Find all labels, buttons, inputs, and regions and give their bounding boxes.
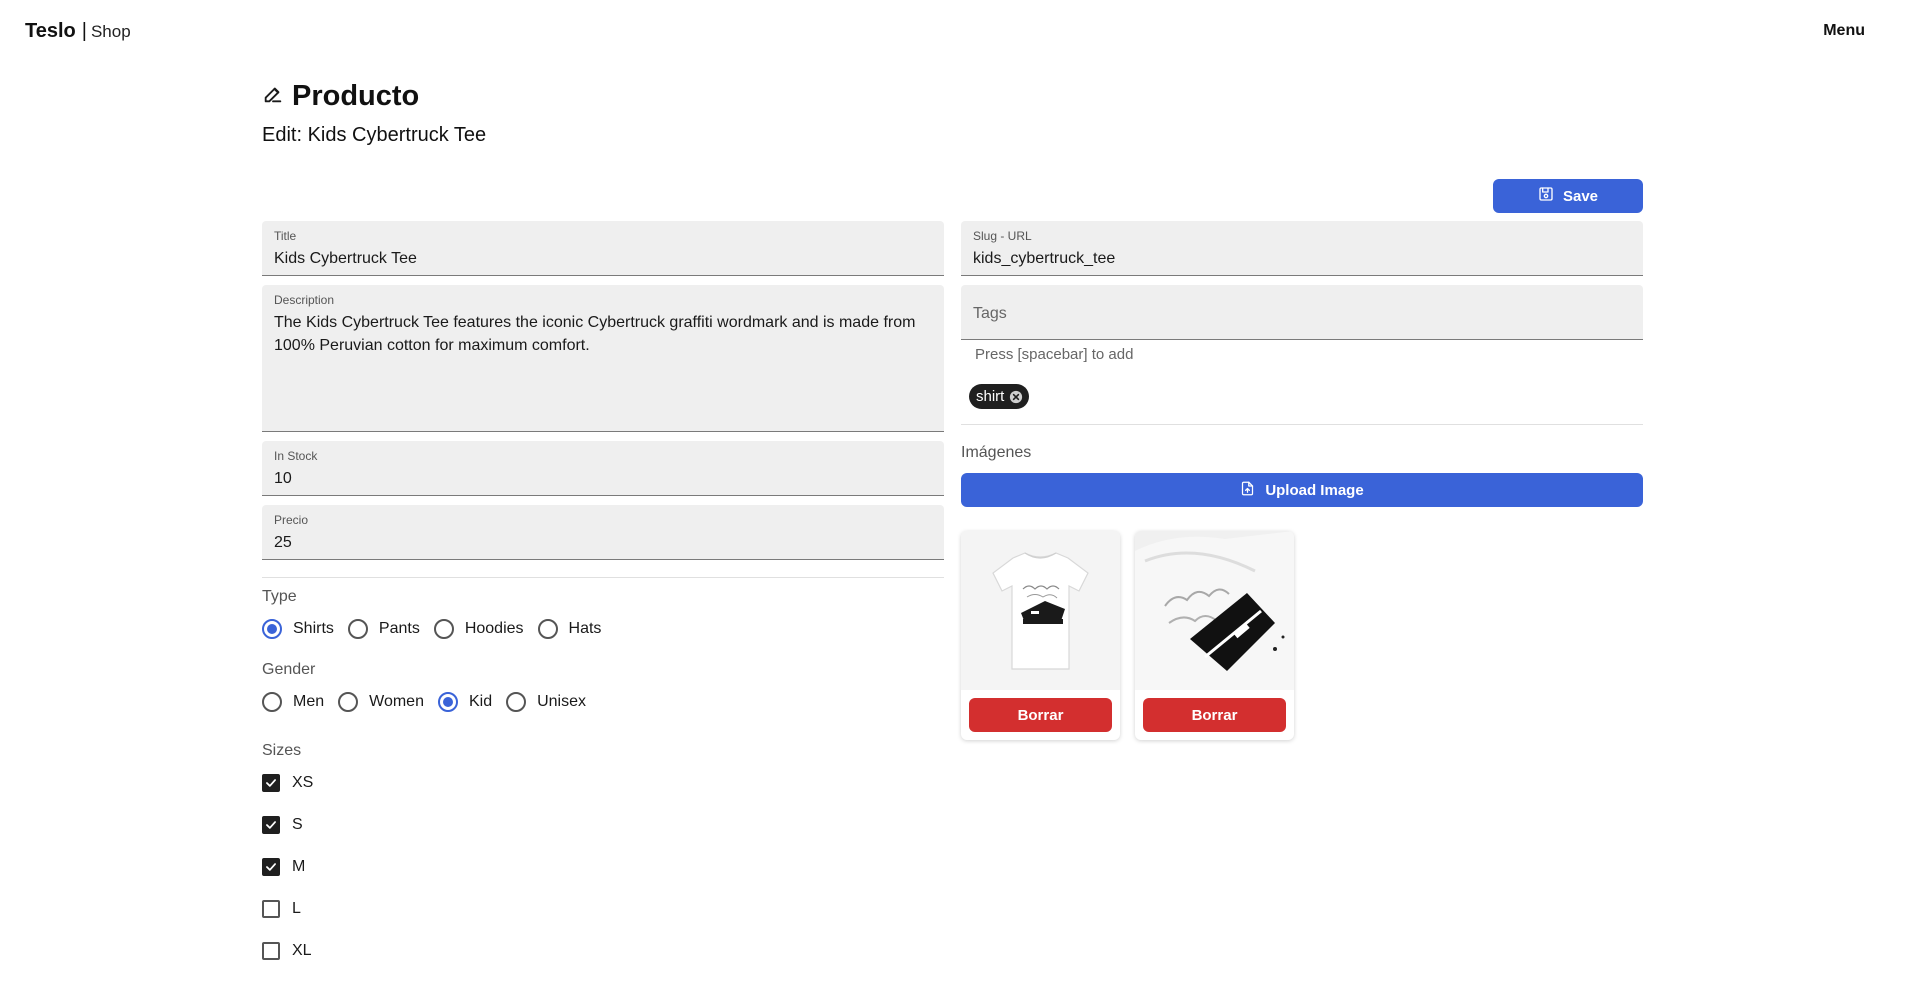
gender-option-unisex[interactable]: Unisex xyxy=(506,692,586,712)
slug-field-value[interactable]: kids_cybertruck_tee xyxy=(973,247,1633,270)
type-option-shirts[interactable]: Shirts xyxy=(262,619,334,639)
upload-file-icon xyxy=(1240,481,1265,500)
type-option-hoodies[interactable]: Hoodies xyxy=(433,619,524,639)
gender-radio-group: Men Women Kid Unisex xyxy=(262,692,600,712)
size-option-s[interactable]: S xyxy=(262,816,303,834)
radio-label: Pants xyxy=(378,620,420,637)
divider xyxy=(262,577,944,578)
price-field-value[interactable]: 25 xyxy=(274,531,934,554)
image-card: Borrar xyxy=(961,531,1120,740)
menu-button[interactable]: Menu xyxy=(1823,22,1865,40)
checkbox[interactable] xyxy=(262,942,280,960)
upload-image-label: Upload Image xyxy=(1265,481,1364,499)
description-field-value[interactable]: The Kids Cybertruck Tee features the ico… xyxy=(274,311,934,357)
slug-field-label: Slug - URL xyxy=(973,229,1032,243)
images-label: Imágenes xyxy=(961,444,1032,461)
radio-label: Kid xyxy=(468,693,493,710)
check-icon xyxy=(266,779,276,787)
check-icon xyxy=(266,821,276,829)
radio-button[interactable] xyxy=(338,692,359,712)
page-title: Producto xyxy=(262,80,419,113)
checkbox-label: XS xyxy=(292,774,314,791)
radio-label: Women xyxy=(369,693,424,710)
save-button[interactable]: Save xyxy=(1493,179,1643,213)
price-field[interactable]: Precio 25 xyxy=(262,505,944,560)
description-field[interactable]: Description The Kids Cybertruck Tee feat… xyxy=(262,285,944,432)
save-button-label: Save xyxy=(1562,187,1599,205)
close-circle-icon[interactable] xyxy=(1009,390,1023,404)
gender-option-women[interactable]: Women xyxy=(338,692,424,712)
checkbox-label: XL xyxy=(292,942,312,959)
radio-button[interactable] xyxy=(537,619,558,639)
tags-input[interactable]: Tags xyxy=(961,285,1643,340)
size-option-xs[interactable]: XS xyxy=(262,774,313,792)
checkbox-label: S xyxy=(292,816,303,833)
save-icon xyxy=(1538,186,1563,206)
radio-button[interactable] xyxy=(437,692,458,712)
tags-placeholder: Tags xyxy=(973,305,1007,322)
page-subtitle: Edit: Kids Cybertruck Tee xyxy=(262,124,487,146)
radio-button[interactable] xyxy=(262,619,282,639)
radio-label: Hats xyxy=(568,620,602,637)
price-field-label: Precio xyxy=(274,513,309,527)
edit-pen-icon xyxy=(262,83,292,110)
title-field-label: Title xyxy=(274,229,297,243)
delete-image-button[interactable]: Borrar xyxy=(1143,698,1286,732)
size-option-m[interactable]: M xyxy=(262,858,305,876)
type-label: Type xyxy=(262,588,297,605)
title-field-value[interactable]: Kids Cybertruck Tee xyxy=(274,247,934,270)
checkbox[interactable] xyxy=(262,858,280,876)
in-stock-field-label: In Stock xyxy=(274,449,318,463)
checkbox-label: L xyxy=(292,900,301,917)
title-field[interactable]: Title Kids Cybertruck Tee xyxy=(262,221,944,276)
checkbox[interactable] xyxy=(262,900,280,918)
divider xyxy=(961,424,1643,425)
gender-label: Gender xyxy=(262,661,316,678)
brand-separator: | xyxy=(81,20,87,42)
upload-image-button[interactable]: Upload Image xyxy=(961,473,1643,507)
in-stock-field-value[interactable]: 10 xyxy=(274,467,934,490)
radio-label: Men xyxy=(293,693,325,710)
tag-chip: shirt xyxy=(969,384,1030,409)
radio-label: Unisex xyxy=(537,693,586,710)
slug-field[interactable]: Slug - URL kids_cybertruck_tee xyxy=(961,221,1643,276)
checkbox[interactable] xyxy=(262,774,280,792)
radio-label: Shirts xyxy=(293,620,334,637)
brand-name: Teslo xyxy=(25,20,76,42)
product-image xyxy=(1135,531,1294,690)
radio-button[interactable] xyxy=(347,619,368,639)
checkbox[interactable] xyxy=(262,816,280,834)
description-field-label: Description xyxy=(274,293,335,307)
radio-button[interactable] xyxy=(262,692,282,712)
radio-button[interactable] xyxy=(506,692,527,712)
type-option-hats[interactable]: Hats xyxy=(537,619,602,639)
product-image xyxy=(961,531,1120,690)
top-navbar: Teslo | Shop Menu xyxy=(0,0,1905,64)
in-stock-field[interactable]: In Stock 10 xyxy=(262,441,944,496)
image-card: Borrar xyxy=(1135,531,1294,740)
size-option-xl[interactable]: XL xyxy=(262,942,312,960)
delete-image-button[interactable]: Borrar xyxy=(969,698,1112,732)
type-option-pants[interactable]: Pants xyxy=(347,619,420,639)
radio-label: Hoodies xyxy=(464,620,524,637)
gender-option-men[interactable]: Men xyxy=(262,692,324,712)
brand-logo[interactable]: Teslo | Shop xyxy=(25,20,131,43)
check-icon xyxy=(266,863,276,871)
page-title-text: Producto xyxy=(292,80,420,112)
tags-helper-text: Press [spacebar] to add xyxy=(975,346,1134,363)
gender-option-kid[interactable]: Kid xyxy=(437,692,493,712)
sizes-label: Sizes xyxy=(262,742,302,759)
type-radio-group: Shirts Pants Hoodies Hats xyxy=(262,619,615,639)
radio-button[interactable] xyxy=(433,619,454,639)
size-option-l[interactable]: L xyxy=(262,900,301,918)
brand-shop: Shop xyxy=(90,22,131,41)
checkbox-label: M xyxy=(292,858,306,875)
tag-chip-label: shirt xyxy=(976,388,1005,405)
